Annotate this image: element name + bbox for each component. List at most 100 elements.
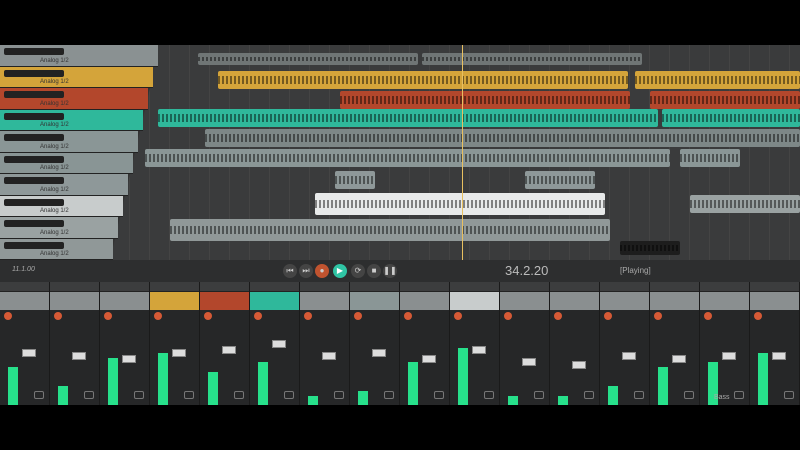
mixer-strip[interactable]	[750, 282, 800, 405]
routing-icon[interactable]	[134, 391, 144, 399]
play-button[interactable]: ▶	[333, 264, 347, 278]
audio-clip[interactable]	[198, 53, 418, 65]
pan-knob[interactable]	[204, 312, 212, 320]
routing-icon[interactable]	[434, 391, 444, 399]
mixer-strip[interactable]	[100, 282, 150, 405]
volume-fader[interactable]	[722, 352, 736, 360]
pan-knob[interactable]	[654, 312, 662, 320]
volume-fader[interactable]	[172, 349, 186, 357]
routing-icon[interactable]	[734, 391, 744, 399]
routing-icon[interactable]	[184, 391, 194, 399]
track-header[interactable]: Analog 1/2	[0, 217, 118, 239]
pan-knob[interactable]	[104, 312, 112, 320]
mixer-strip[interactable]	[150, 282, 200, 405]
pan-knob[interactable]	[454, 312, 462, 320]
audio-clip[interactable]	[620, 241, 680, 255]
pan-knob[interactable]	[504, 312, 512, 320]
mixer-strip[interactable]	[200, 282, 250, 405]
track-header[interactable]: Analog 1/2	[0, 238, 113, 260]
mixer-strip[interactable]	[250, 282, 300, 405]
volume-fader[interactable]	[572, 361, 586, 369]
audio-clip[interactable]	[158, 109, 658, 127]
audio-clip[interactable]	[650, 91, 800, 109]
mixer-strip[interactable]	[50, 282, 100, 405]
mixer-strip[interactable]	[300, 282, 350, 405]
routing-icon[interactable]	[384, 391, 394, 399]
track-header[interactable]: Analog 1/2	[0, 152, 133, 174]
track-header[interactable]: Analog 1/2	[0, 195, 123, 217]
audio-clip[interactable]	[205, 129, 800, 147]
volume-fader[interactable]	[122, 355, 136, 363]
volume-fader[interactable]	[322, 352, 336, 360]
track-name-field[interactable]	[4, 69, 64, 77]
strip-fx-slot[interactable]	[200, 282, 249, 292]
track-name-field[interactable]	[4, 241, 64, 249]
audio-clip[interactable]	[170, 219, 610, 241]
strip-fx-slot[interactable]	[250, 282, 299, 292]
routing-icon[interactable]	[34, 391, 44, 399]
pan-knob[interactable]	[554, 312, 562, 320]
routing-icon[interactable]	[234, 391, 244, 399]
mixer-strip[interactable]	[450, 282, 500, 405]
pan-knob[interactable]	[704, 312, 712, 320]
volume-fader[interactable]	[272, 340, 286, 348]
audio-clip[interactable]	[340, 91, 630, 109]
strip-fx-slot[interactable]	[550, 282, 599, 292]
track-name-field[interactable]	[4, 155, 64, 163]
record-button[interactable]: ●	[315, 264, 329, 278]
audio-clip[interactable]	[680, 149, 740, 167]
mixer-strip[interactable]	[500, 282, 550, 405]
volume-fader[interactable]	[372, 349, 386, 357]
track-name-field[interactable]	[4, 112, 64, 120]
mixer-strip[interactable]	[350, 282, 400, 405]
routing-icon[interactable]	[284, 391, 294, 399]
volume-fader[interactable]	[222, 346, 236, 354]
strip-fx-slot[interactable]	[600, 282, 649, 292]
audio-clip[interactable]	[690, 195, 800, 213]
track-header[interactable]: Analog 1/2	[0, 88, 148, 110]
routing-icon[interactable]	[784, 391, 794, 399]
audio-clip[interactable]	[218, 71, 628, 89]
strip-fx-slot[interactable]	[100, 282, 149, 292]
strip-fx-slot[interactable]	[500, 282, 549, 292]
mixer-strip[interactable]: Bass	[700, 282, 750, 405]
volume-fader[interactable]	[672, 355, 686, 363]
strip-fx-slot[interactable]	[450, 282, 499, 292]
skip-end-button[interactable]: ⏭	[299, 264, 313, 278]
strip-fx-slot[interactable]	[650, 282, 699, 292]
routing-icon[interactable]	[84, 391, 94, 399]
track-name-field[interactable]	[4, 48, 64, 55]
volume-fader[interactable]	[22, 349, 36, 357]
mixer-strip[interactable]	[600, 282, 650, 405]
pan-knob[interactable]	[304, 312, 312, 320]
strip-fx-slot[interactable]	[350, 282, 399, 292]
skip-start-button[interactable]: ⏮	[283, 264, 297, 278]
mixer-strip[interactable]	[650, 282, 700, 405]
audio-clip[interactable]	[635, 71, 800, 89]
volume-fader[interactable]	[472, 346, 486, 354]
track-name-field[interactable]	[4, 177, 64, 184]
strip-fx-slot[interactable]	[700, 282, 749, 292]
audio-clip[interactable]	[525, 171, 595, 189]
track-header[interactable]: Analog 1/2	[0, 45, 158, 67]
routing-icon[interactable]	[484, 391, 494, 399]
track-name-field[interactable]	[4, 91, 64, 98]
strip-fx-slot[interactable]	[150, 282, 199, 292]
volume-fader[interactable]	[422, 355, 436, 363]
track-name-field[interactable]	[4, 198, 64, 206]
pause-button[interactable]: ❚❚	[383, 264, 397, 278]
strip-fx-slot[interactable]	[0, 282, 49, 292]
volume-fader[interactable]	[622, 352, 636, 360]
track-header[interactable]: Analog 1/2	[0, 66, 153, 88]
stop-button[interactable]: ■	[367, 264, 381, 278]
audio-clip[interactable]	[335, 171, 375, 189]
pan-knob[interactable]	[4, 312, 12, 320]
volume-fader[interactable]	[72, 352, 86, 360]
routing-icon[interactable]	[534, 391, 544, 399]
repeat-button[interactable]: ⟳	[351, 264, 365, 278]
arrange-view[interactable]	[110, 45, 800, 260]
track-header[interactable]: Analog 1/2	[0, 109, 143, 131]
routing-icon[interactable]	[634, 391, 644, 399]
pan-knob[interactable]	[154, 312, 162, 320]
audio-clip[interactable]	[145, 149, 670, 167]
